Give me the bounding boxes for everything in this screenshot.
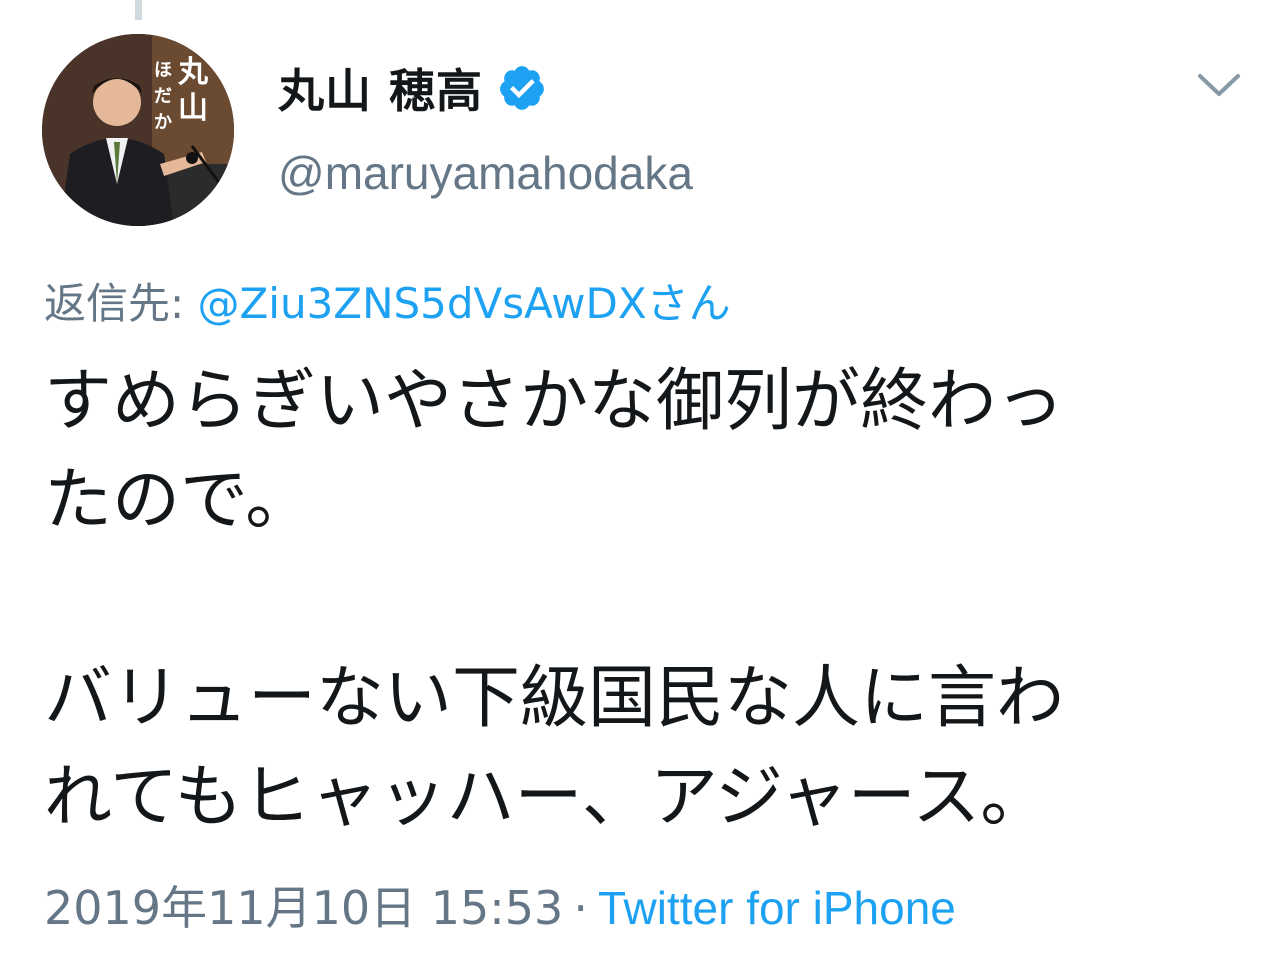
tweet-text-line-1: すめらぎいやさかな御列が終わっ [44,362,1065,441]
tweet-text-line-2: たので。 [44,461,314,540]
tweet-timestamp[interactable]: 2019年11月10日 15:53 [44,881,563,935]
avatar-text-da: だ [154,86,172,107]
thread-connector-line [135,0,142,20]
tweet-text-line-3: バリューない下級国民な人に言わ [44,659,1065,738]
avatar-text-maru: 丸 [177,55,208,90]
display-name-row[interactable]: 丸山 穂高 [278,58,547,118]
user-handle[interactable]: @maruyamahodaka [278,146,693,200]
reply-context: 返信先: @Ziu3ZNS5dVsAwDXさん [44,270,731,331]
avatar-text-ka: か [154,112,172,133]
tweet-meta: 2019年11月10日 15:53 · Twitter for iPhone [44,872,956,938]
avatar-text-yama: 山 [178,91,208,126]
verified-badge-icon [500,66,544,110]
display-name[interactable]: 丸山 穂高 [278,55,483,121]
tweet-detail: 丸 山 ほ だ か 丸山 穂高 @maruyamahodaka 返信先: @Zi… [0,0,1280,971]
reply-prefix: 返信先: [44,279,198,328]
tweet-source-link[interactable]: Twitter for iPhone [598,882,956,934]
avatar[interactable]: 丸 山 ほ だ か [42,34,234,226]
reply-target-link[interactable]: @Ziu3ZNS5dVsAwDXさん [198,279,731,328]
tweet-text: すめらぎいやさかな御列が終わっ たので。 バリューない下級国民な人に言わ れても… [44,352,1244,847]
meta-separator: · [573,881,588,935]
tweet-text-line-4: れてもヒャッハー、アジャース。 [44,758,1049,837]
avatar-text-ho: ほ [154,60,172,81]
chevron-down-icon[interactable] [1196,70,1242,100]
